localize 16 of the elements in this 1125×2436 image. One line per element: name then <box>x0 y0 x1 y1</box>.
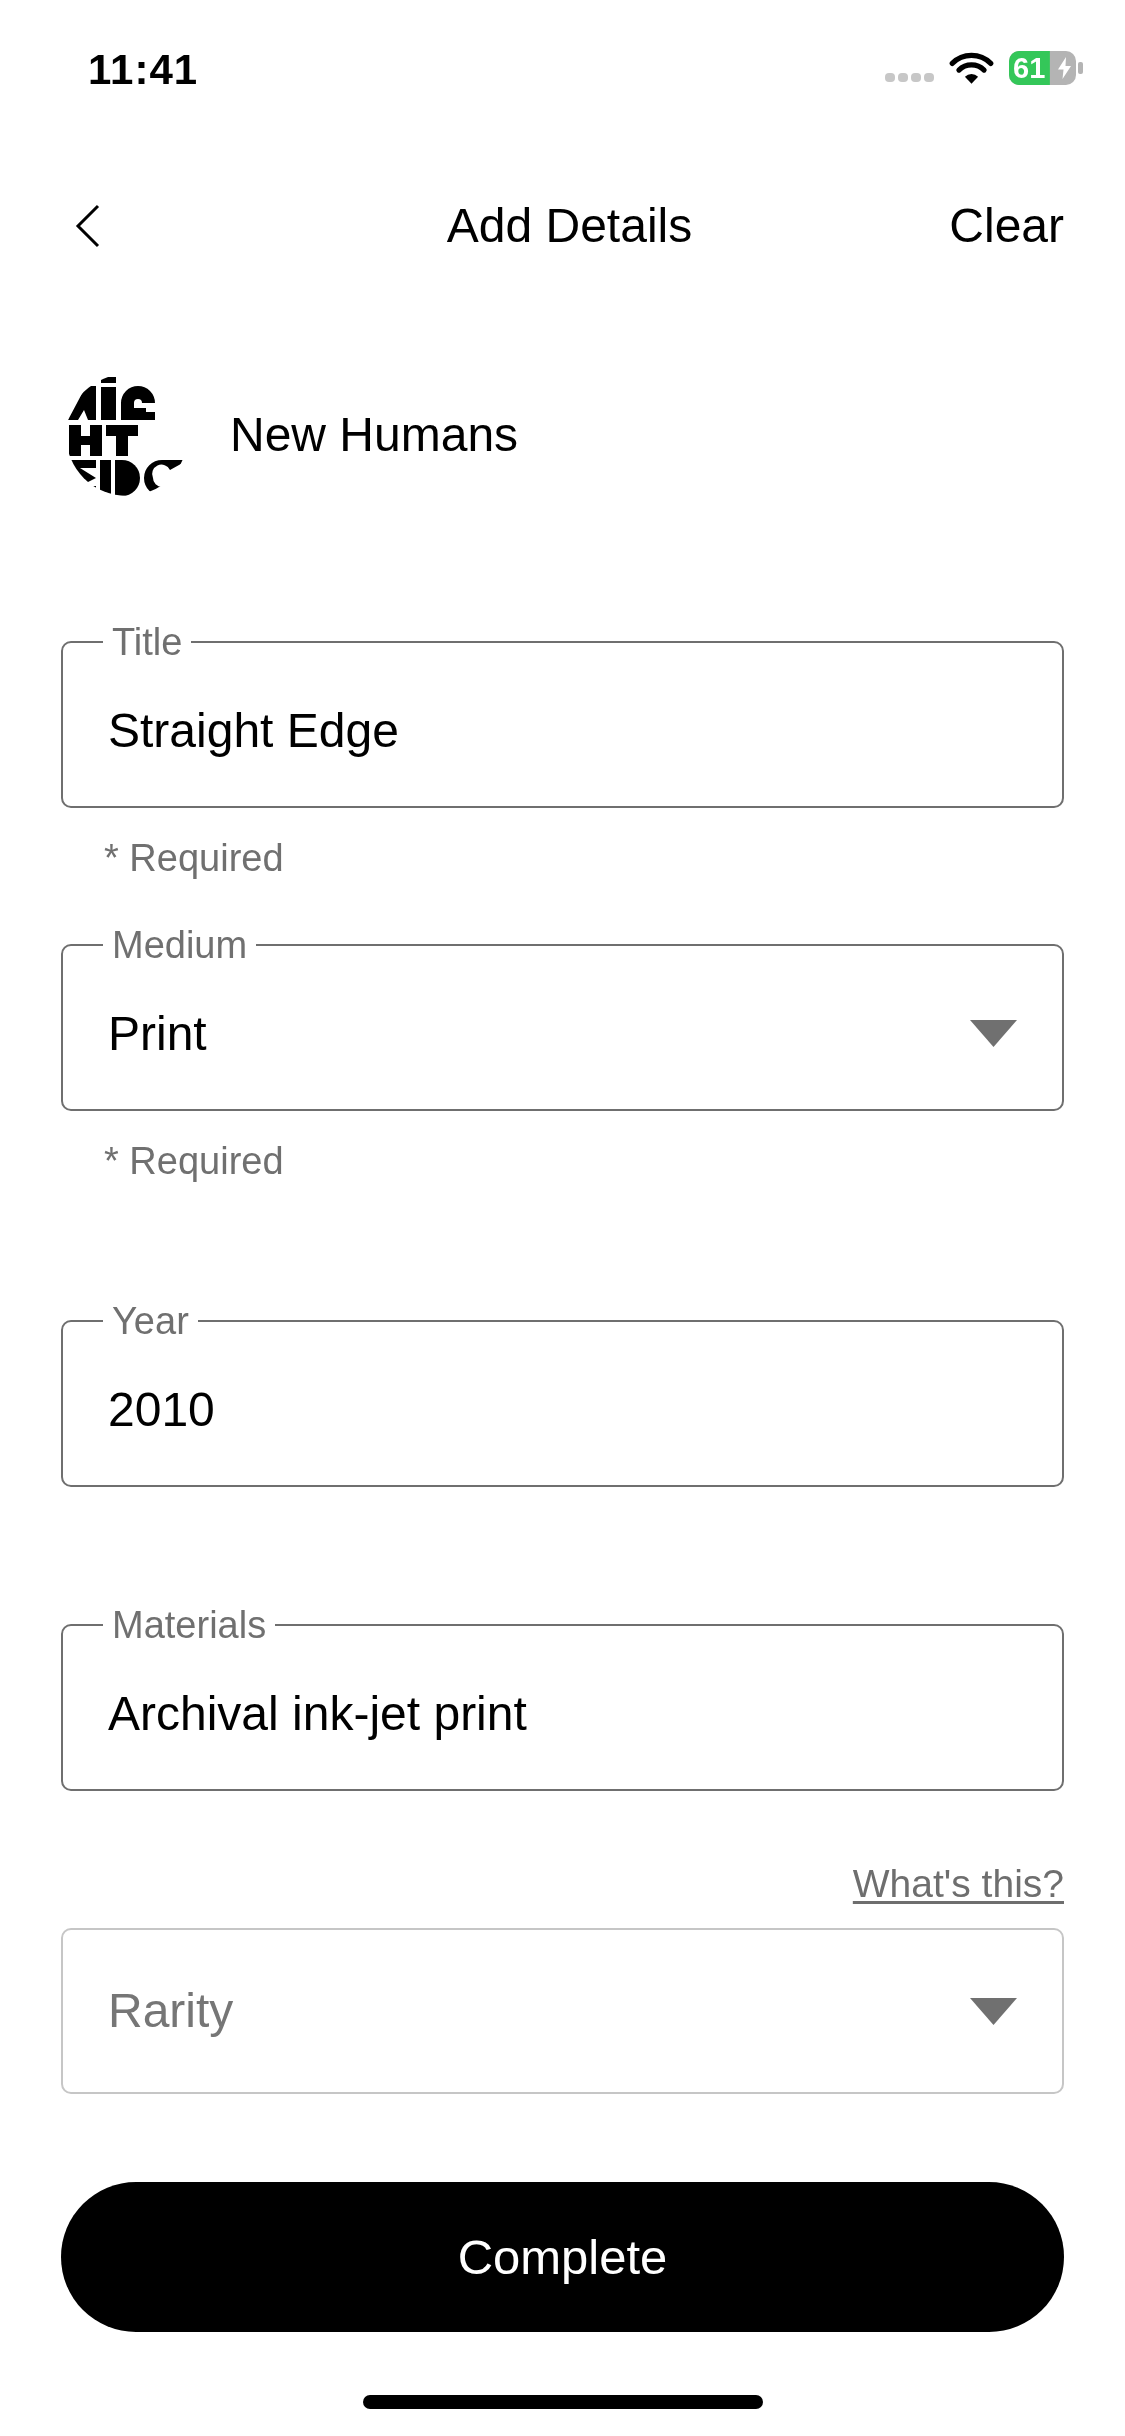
clear-button[interactable]: Clear <box>949 197 1064 255</box>
helper-text: * Required <box>103 1139 285 1183</box>
complete-button[interactable]: Complete <box>61 2182 1064 2332</box>
wifi-icon <box>949 51 994 85</box>
caret-icon <box>970 1020 1017 1047</box>
header-title: Add Details <box>446 198 693 255</box>
artist-name: New Humans <box>230 407 519 464</box>
caret-icon <box>970 1997 1017 2025</box>
battery-percentage: 61 <box>1013 54 1046 83</box>
battery-charging-icon <box>1009 51 1083 85</box>
cellular-signal-icon <box>885 72 934 82</box>
back-icon[interactable] <box>75 204 101 248</box>
helper-text: * Required <box>103 836 285 880</box>
dropdown-field[interactable]: Rarity <box>61 1928 1064 2094</box>
whats-this-link[interactable]: What's this? <box>852 1861 1064 1907</box>
status-time: 11:41 <box>88 49 199 91</box>
